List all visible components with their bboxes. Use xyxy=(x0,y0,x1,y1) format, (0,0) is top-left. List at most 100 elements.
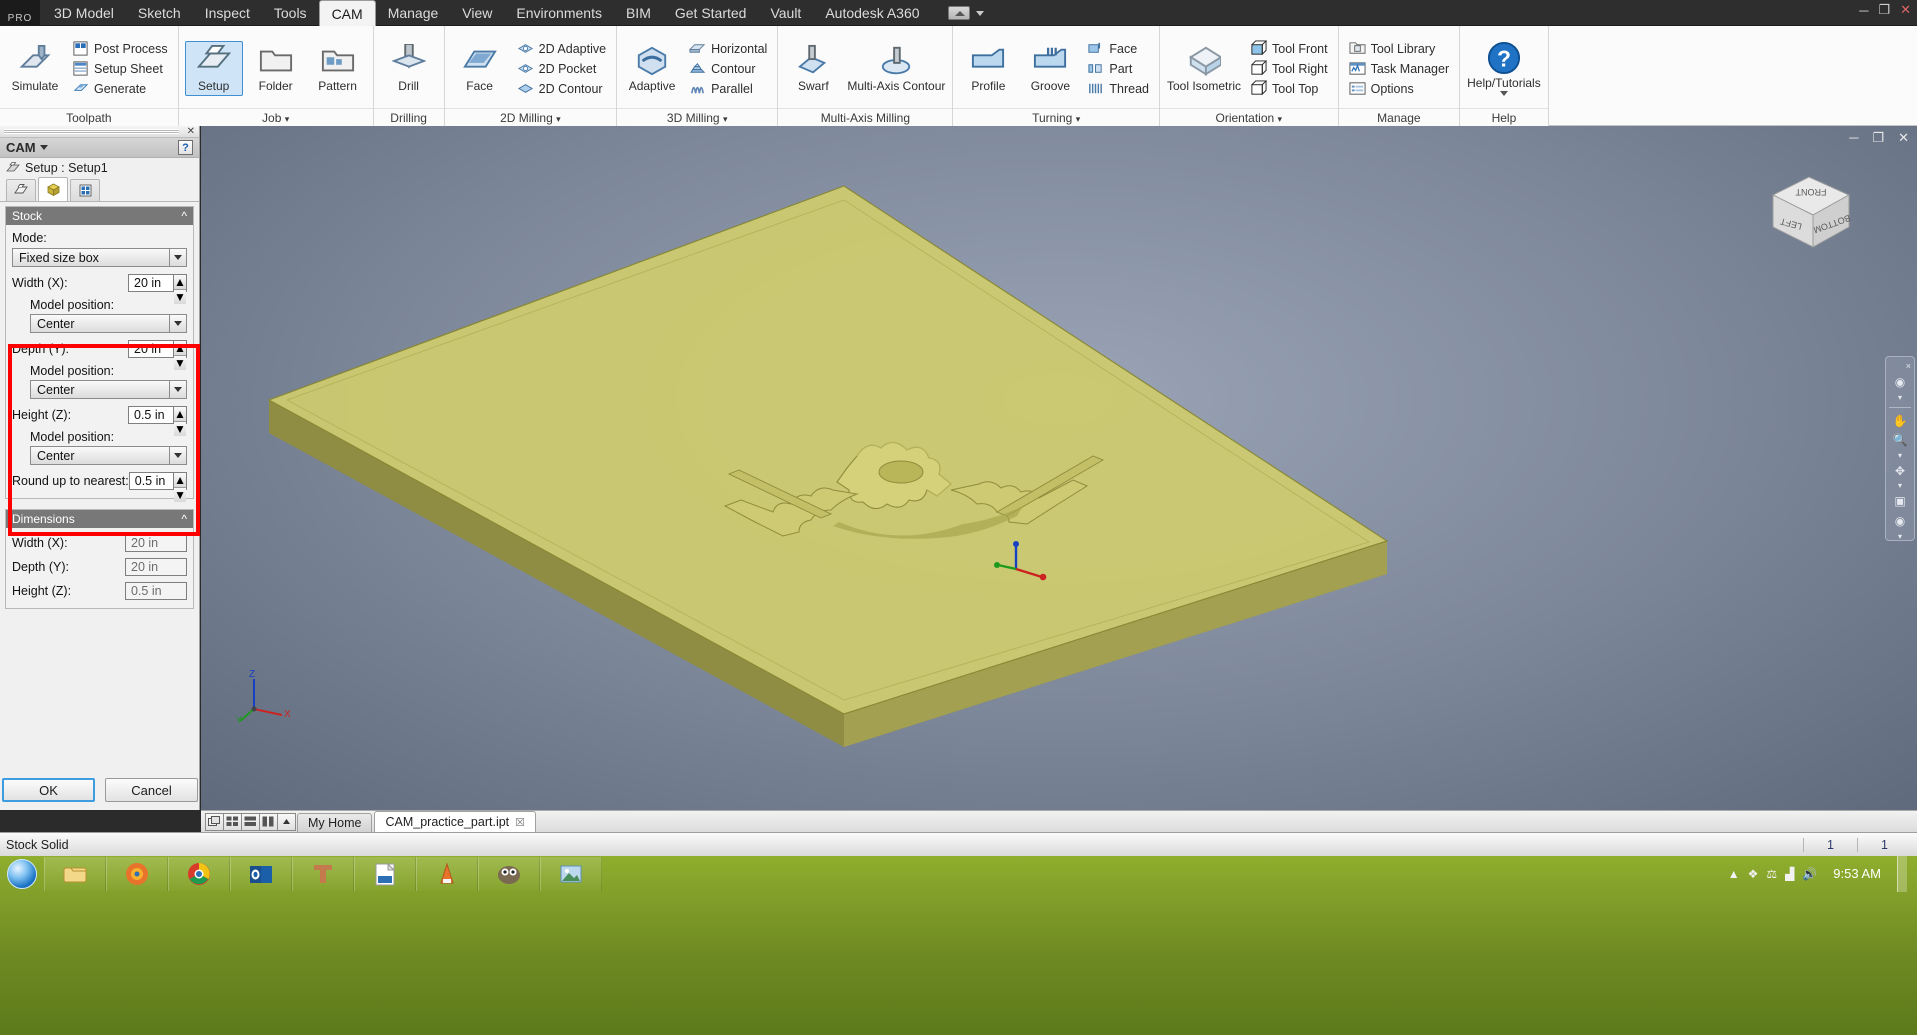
geometry-tab[interactable] xyxy=(6,179,36,201)
volume-icon[interactable]: 🔊 xyxy=(1802,867,1817,881)
close-icon[interactable]: ✕ xyxy=(1900,2,1911,18)
view-cube[interactable]: FRONT LEFT BOTTOM xyxy=(1763,161,1859,257)
chevron-down-icon[interactable]: ▾ xyxy=(723,114,728,124)
ribbon-panel-title[interactable]: Orientation ▾ xyxy=(1159,108,1338,126)
chevron-down-icon[interactable] xyxy=(169,249,186,266)
width-model-position-select[interactable]: Center xyxy=(30,314,187,333)
stock-section-header[interactable]: Stock ^ xyxy=(6,207,193,225)
doc-minimize-icon[interactable]: ─ xyxy=(1849,130,1858,146)
chevron-down-icon[interactable] xyxy=(1499,91,1508,96)
ribbon-tab-manage[interactable]: Manage xyxy=(376,0,451,26)
orbit-dropdown-icon[interactable]: ▾ xyxy=(1889,481,1911,490)
ribbon-tab-get-started[interactable]: Get Started xyxy=(663,0,759,26)
ribbon-button-face[interactable]: Face xyxy=(451,42,509,95)
ribbon-button-thread[interactable]: Thread xyxy=(1083,79,1153,98)
ribbon-tab-cam[interactable]: CAM xyxy=(318,0,376,26)
navigation-bar[interactable]: × ◉ ▾ ✋ 🔍 ▾ ✥ ▾ ▣ ◉ ▾ xyxy=(1885,356,1915,541)
ribbon-tab-environments[interactable]: Environments xyxy=(504,0,614,26)
setup-tree-node[interactable]: Setup : Setup1 xyxy=(0,158,199,178)
ribbon-button-swarf[interactable]: Swarf xyxy=(784,42,842,95)
document-tab-my-home[interactable]: My Home xyxy=(297,813,373,832)
ribbon-button-task-manager[interactable]: Task Manager xyxy=(1345,59,1454,78)
width-input[interactable]: 20 in xyxy=(128,274,174,292)
ribbon-panel-title[interactable]: Job ▾ xyxy=(178,108,373,126)
chevron-down-icon[interactable]: ▾ xyxy=(1278,114,1283,124)
panel-close-icon[interactable]: ✕ xyxy=(187,126,195,137)
stack-icon[interactable] xyxy=(241,812,260,831)
ribbon-tab-tools[interactable]: Tools xyxy=(262,0,319,26)
ribbon-tab-autodesk-a360[interactable]: Autodesk A360 xyxy=(813,0,931,26)
ribbon-button-tool-library[interactable]: Tool Library xyxy=(1345,39,1454,58)
ribbon-button-generate[interactable]: Generate xyxy=(68,79,172,98)
ribbon-button-face[interactable]: Face xyxy=(1083,39,1153,58)
ribbon-button-pattern[interactable]: Pattern xyxy=(309,42,367,95)
depth-stepper[interactable]: ▲ ▼ xyxy=(174,340,187,370)
tile-icon[interactable] xyxy=(205,812,224,831)
doc-restore-icon[interactable]: ❐ xyxy=(1872,130,1884,146)
show-hidden-icon[interactable]: ▲ xyxy=(1728,867,1740,881)
chevron-down-icon[interactable] xyxy=(169,315,186,332)
ribbon-tab-bim[interactable]: BIM xyxy=(614,0,663,26)
ribbon-tab-inspect[interactable]: Inspect xyxy=(193,0,262,26)
dimensions-section-header[interactable]: Dimensions ^ xyxy=(6,510,193,528)
ribbon-panel-title[interactable]: Drilling xyxy=(373,108,444,126)
chevron-down-icon[interactable]: ▾ xyxy=(556,114,561,124)
collapse-chevron-icon[interactable]: ^ xyxy=(181,209,187,223)
ribbon-button-parallel[interactable]: Parallel xyxy=(685,79,771,98)
ribbon-collapse-icon[interactable] xyxy=(947,6,970,20)
ribbon-button-part[interactable]: Part xyxy=(1083,59,1153,78)
stock-tab[interactable] xyxy=(38,177,68,201)
battery-icon[interactable]: ⚖ xyxy=(1766,867,1777,881)
ribbon-panel-title[interactable]: Multi-Axis Milling xyxy=(778,108,953,126)
ribbon-panel-title[interactable]: Help xyxy=(1460,108,1548,126)
ribbon-panel-title[interactable]: 2D Milling ▾ xyxy=(444,108,617,126)
show-motion-icon[interactable]: ◉ xyxy=(1889,513,1911,530)
taskbar-item-pdf[interactable] xyxy=(354,857,416,891)
ribbon-button-post-process[interactable]: Post Process xyxy=(68,39,172,58)
taskbar-item-gimp[interactable] xyxy=(478,857,540,891)
minimize-icon[interactable]: ─ xyxy=(1859,3,1868,18)
taskbar-item-explorer[interactable] xyxy=(44,857,106,891)
height-input[interactable]: 0.5 in xyxy=(128,406,174,424)
ribbon-button-simulate[interactable]: Simulate xyxy=(6,42,64,95)
network-icon[interactable]: ▟ xyxy=(1785,867,1794,881)
taskbar-item-inventor[interactable] xyxy=(292,857,354,891)
taskbar-clock[interactable]: 9:53 AM xyxy=(1825,867,1889,881)
post-process-tab[interactable] xyxy=(70,179,100,201)
collapse-chevron-icon[interactable]: ^ xyxy=(181,512,187,526)
ribbon-button-2d-contour[interactable]: 2D Contour xyxy=(513,79,610,98)
taskbar-item-photo-viewer[interactable] xyxy=(540,857,602,891)
ribbon-button-folder[interactable]: Folder xyxy=(247,42,305,95)
ribbon-button-tool-front[interactable]: Tool Front xyxy=(1246,39,1332,58)
pan-icon[interactable]: ✋ xyxy=(1889,412,1911,429)
ribbon-panel-title[interactable]: Turning ▾ xyxy=(953,108,1159,126)
doc-close-icon[interactable]: ✕ xyxy=(1898,130,1909,146)
ribbon-tab-sketch[interactable]: Sketch xyxy=(126,0,193,26)
height-model-position-select[interactable]: Center xyxy=(30,446,187,465)
ribbon-button-tool-top[interactable]: Tool Top xyxy=(1246,79,1332,98)
ribbon-button-help-tutorials[interactable]: ? Help/Tutorials xyxy=(1466,39,1542,98)
ribbon-panel-title[interactable]: 3D Milling ▾ xyxy=(617,108,778,126)
show-desktop-button[interactable] xyxy=(1897,856,1907,892)
3d-viewport[interactable]: ─ ❐ ✕ FRONT LEFT BOTTOM × ◉ ▾ ✋ 🔍 ▾ ✥ ▾ … xyxy=(201,126,1917,810)
zoom-dropdown-icon[interactable]: ▾ xyxy=(1889,451,1911,460)
ribbon-button-options[interactable]: Options xyxy=(1345,79,1454,98)
chevron-down-icon[interactable] xyxy=(169,447,186,464)
start-orb-icon[interactable] xyxy=(0,857,44,891)
ribbon-button-multi-axis-contour[interactable]: Multi-Axis Contour xyxy=(846,42,946,95)
ribbon-button-setup[interactable]: Setup xyxy=(184,41,243,96)
ribbon-button-drill[interactable]: Drill xyxy=(380,42,438,95)
height-stepper[interactable]: ▲ ▼ xyxy=(174,406,187,436)
round-input[interactable]: 0.5 in xyxy=(128,472,175,490)
round-stepper[interactable]: ▲ ▼ xyxy=(174,472,187,502)
help-button[interactable]: ? xyxy=(178,140,193,155)
ribbon-button-adaptive[interactable]: Adaptive xyxy=(623,42,681,95)
steering-wheel-dropdown-icon[interactable]: ▾ xyxy=(1889,393,1911,402)
show-motion-dropdown-icon[interactable]: ▾ xyxy=(1889,532,1911,541)
ribbon-button-contour[interactable]: Contour xyxy=(685,59,771,78)
taskbar-item-outlook[interactable] xyxy=(230,857,292,891)
ribbon-panel-title[interactable]: Manage xyxy=(1338,108,1460,126)
ok-button[interactable]: OK xyxy=(2,778,95,802)
chevron-down-icon[interactable]: ▾ xyxy=(1076,114,1081,124)
taskbar-item-firefox[interactable] xyxy=(106,857,168,891)
